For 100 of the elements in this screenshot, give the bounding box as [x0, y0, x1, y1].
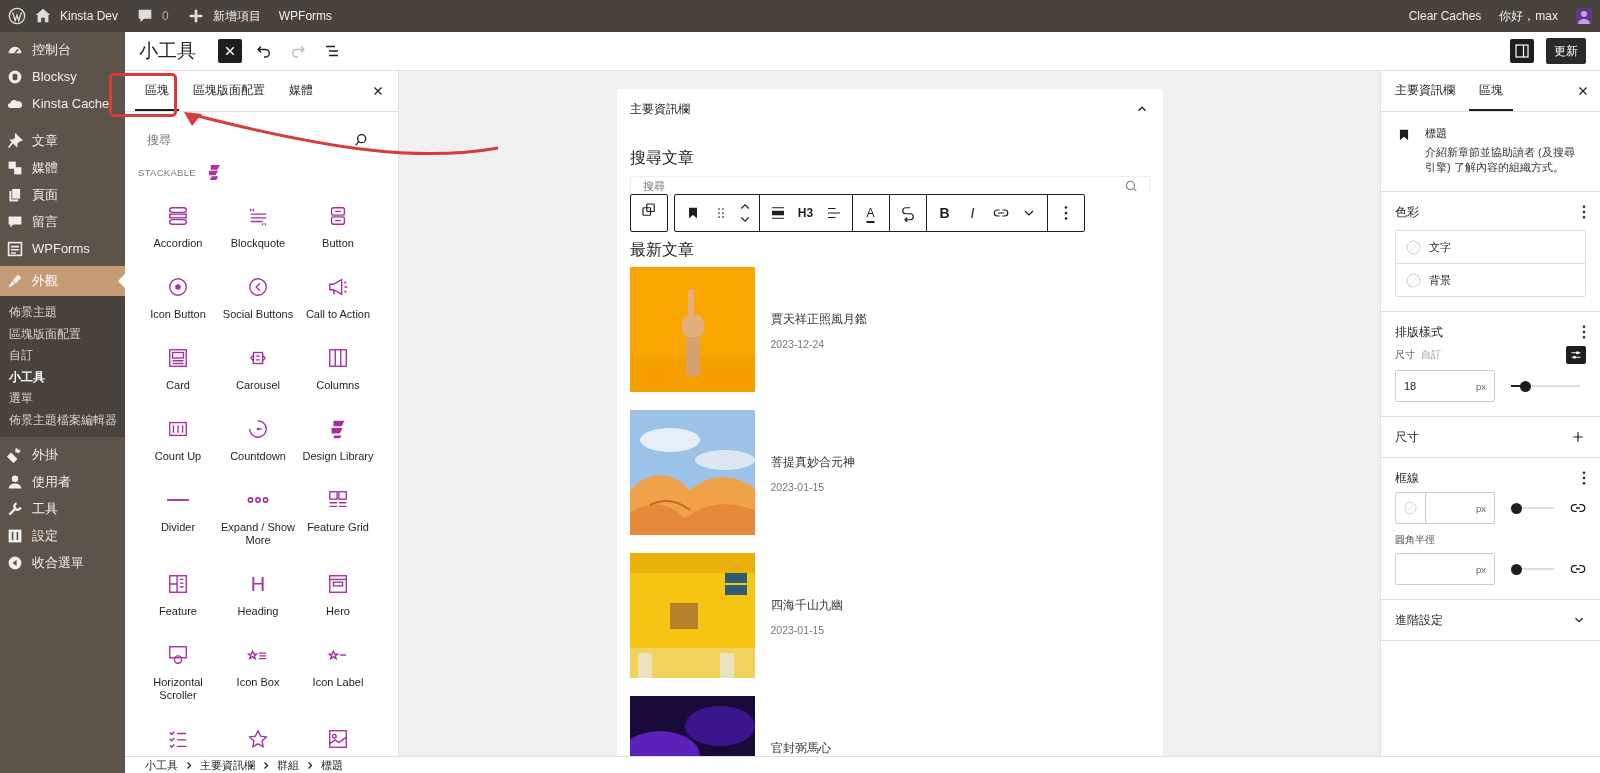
- breadcrumb-link[interactable]: 主要資訊欄: [200, 757, 255, 773]
- widget-heading: 搜尋文章: [629, 148, 695, 168]
- post-title-link[interactable]: 官封弼馬心: [770, 740, 831, 756]
- block-item[interactable]: Count Up: [138, 418, 218, 489]
- block-item[interactable]: Blockquote: [218, 205, 298, 276]
- text-color-button[interactable]: A: [856, 198, 885, 228]
- search-field[interactable]: 搜尋: [137, 125, 379, 155]
- sidebar-item[interactable]: 外掛: [0, 441, 125, 468]
- block-item[interactable]: Expand / Show More: [218, 489, 298, 573]
- image-icon[interactable]: [327, 728, 349, 750]
- heading-level-button[interactable]: H3: [791, 198, 820, 228]
- site-name-link[interactable]: Kinsta Dev: [60, 9, 119, 23]
- submenu-item[interactable]: 選單: [0, 388, 125, 410]
- block-item[interactable]: Hero: [298, 573, 378, 644]
- wordpress-logo-icon[interactable]: [8, 7, 26, 25]
- block-label: Columns: [315, 379, 361, 392]
- brush-icon: [7, 273, 23, 289]
- empty-swatch-icon: [1406, 272, 1421, 288]
- block-item[interactable]: Accordion: [138, 205, 218, 276]
- inserter-tab[interactable]: 區塊: [135, 71, 179, 111]
- sidebar-label: 工具: [32, 499, 58, 518]
- more-icon: [1063, 206, 1068, 220]
- wpforms-link[interactable]: WPForms: [278, 9, 333, 23]
- plus-icon[interactable]: [1570, 429, 1586, 445]
- section-title[interactable]: 進階設定: [1395, 612, 1443, 628]
- block-item[interactable]: Divider: [138, 489, 218, 573]
- block-item[interactable]: Call to Action: [298, 276, 378, 347]
- close-button[interactable]: [218, 39, 242, 63]
- sidebar-item[interactable]: 留言: [0, 208, 125, 235]
- submenu-item[interactable]: 區塊版面配置: [0, 323, 125, 345]
- radius-input[interactable]: px: [1395, 553, 1495, 585]
- sidebar-item[interactable]: 工具: [0, 495, 125, 522]
- clear-caches-link[interactable]: Clear Caches: [1408, 9, 1482, 23]
- block-item[interactable]: Feature: [138, 573, 218, 644]
- block-item[interactable]: H Heading: [218, 573, 298, 644]
- color-option[interactable]: 背景: [1396, 263, 1585, 296]
- block-item[interactable]: Card: [138, 347, 218, 418]
- post-title-link[interactable]: 四海千山九幽: [770, 597, 843, 614]
- block-label: Feature Grid: [306, 521, 370, 534]
- sidebar-item[interactable]: 媒體: [0, 154, 125, 181]
- border-width-input[interactable]: px: [1395, 492, 1495, 524]
- settings-toggle-button[interactable]: [1510, 39, 1534, 63]
- more-icon[interactable]: [1582, 205, 1586, 219]
- block-item[interactable]: Horizontal Scroller: [138, 644, 218, 728]
- block-item[interactable]: Social Buttons: [218, 276, 298, 347]
- settings-tab[interactable]: 主要資訊欄: [1385, 71, 1465, 111]
- star-icon[interactable]: [247, 728, 269, 750]
- inserter-tab[interactable]: 區塊版面配置: [183, 71, 275, 111]
- sidebar-item[interactable]: 設定: [0, 522, 125, 549]
- size-input[interactable]: 18 px: [1395, 370, 1495, 402]
- update-button[interactable]: 更新: [1546, 38, 1586, 64]
- chevron-right-icon: [186, 760, 192, 770]
- inserter-tab[interactable]: 媒體: [279, 71, 323, 111]
- post-title-link[interactable]: 菩提真妙合元神: [770, 454, 855, 471]
- sidebar-label: 外觀: [32, 272, 58, 290]
- block-item[interactable]: Button: [298, 205, 378, 276]
- settings-tab[interactable]: 區塊: [1469, 71, 1513, 111]
- submenu-item[interactable]: 小工具: [0, 366, 125, 388]
- breadcrumb-link[interactable]: 標題: [321, 757, 343, 773]
- greeting-link[interactable]: 你好，max: [1499, 7, 1558, 25]
- color-option[interactable]: 文字: [1396, 231, 1585, 263]
- more-icon[interactable]: [1582, 471, 1586, 485]
- block-item[interactable]: Carousel: [218, 347, 298, 418]
- star-circle-icon: [167, 276, 189, 298]
- sidebar-item[interactable]: Blocksy: [0, 63, 125, 90]
- sidebar-item[interactable]: 收合選單: [0, 549, 125, 576]
- block-item[interactable]: Countdown: [218, 418, 298, 489]
- block-item[interactable]: Icon Button: [138, 276, 218, 347]
- breadcrumb-link[interactable]: 群組: [277, 757, 299, 773]
- left-arrow-circle-icon: [7, 554, 23, 571]
- more-icon[interactable]: [1582, 325, 1586, 339]
- italic-button[interactable]: I: [958, 198, 987, 228]
- search-field[interactable]: 搜尋: [629, 176, 1150, 193]
- submenu-item[interactable]: 佈景主題檔案編輯器: [0, 409, 125, 431]
- avatar-icon[interactable]: [1576, 8, 1592, 24]
- search-icon: [353, 132, 369, 148]
- new-item-link[interactable]: 新增項目: [212, 7, 261, 25]
- bold-button[interactable]: B: [930, 198, 959, 228]
- block-item[interactable]: Design Library: [298, 418, 378, 489]
- block-item[interactable]: Feature Grid: [298, 489, 378, 573]
- sidebar-label: 外掛: [32, 445, 58, 464]
- breadcrumb-link[interactable]: 小工具: [145, 757, 178, 773]
- sidebar-item[interactable]: WPForms: [0, 235, 125, 262]
- sidebar-item[interactable]: 使用者: [0, 468, 125, 495]
- sidebar-item[interactable]: Kinsta Cache: [0, 90, 125, 117]
- sidebar-item[interactable]: 控制台: [0, 36, 125, 63]
- media-icon: [7, 159, 23, 176]
- sidebar-item[interactable]: 頁面: [0, 181, 125, 208]
- custom-size-button[interactable]: [1566, 346, 1586, 364]
- block-item[interactable]: Icon Box: [218, 644, 298, 728]
- submenu-item[interactable]: 佈景主題: [0, 302, 125, 324]
- sidebar-item[interactable]: 文章: [0, 127, 125, 154]
- block-label: Icon Button: [149, 308, 207, 321]
- block-item[interactable]: Icon Label: [298, 644, 378, 728]
- submenu-item[interactable]: 自訂: [0, 345, 125, 367]
- post-date: 2023-12-24: [770, 338, 826, 350]
- s-logo-icon: [207, 165, 221, 180]
- editor-title: 小工具: [139, 39, 196, 63]
- post-title-link[interactable]: 賈天祥正照風月鑑: [770, 311, 867, 328]
- block-item[interactable]: Columns: [298, 347, 378, 418]
